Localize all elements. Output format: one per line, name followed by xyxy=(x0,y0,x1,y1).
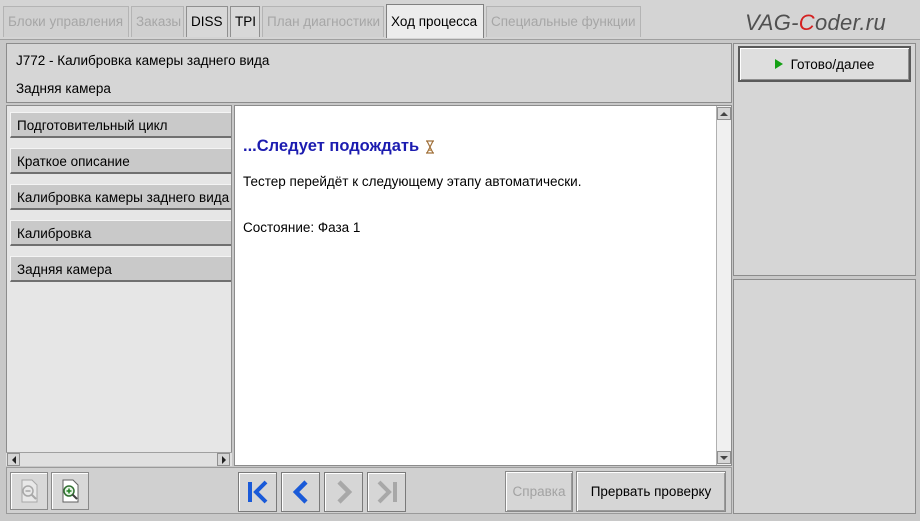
step-item[interactable]: Калибровка xyxy=(10,220,231,246)
status-text: Состояние: Фаза 1 xyxy=(243,220,361,235)
scroll-left-button[interactable] xyxy=(7,453,20,466)
play-icon xyxy=(774,59,783,69)
content-vscrollbar[interactable] xyxy=(716,106,731,465)
help-button[interactable]: Справка xyxy=(505,471,573,512)
content-panel xyxy=(234,105,732,466)
last-step-button[interactable] xyxy=(367,472,406,512)
abort-check-button[interactable]: Прервать проверку xyxy=(576,471,726,512)
next-step-icon xyxy=(336,480,352,504)
auto-advance-message: Тестер перейдёт к следующему этапу автом… xyxy=(243,174,582,189)
tab-tpi[interactable]: TPI xyxy=(230,6,260,37)
wait-heading-text: ...Следует подождать xyxy=(243,137,420,155)
scroll-down-button[interactable] xyxy=(717,451,731,464)
step-item[interactable]: Краткое описание xyxy=(10,148,231,174)
tab-special-functions[interactable]: Специальные функции xyxy=(486,6,641,37)
zoom-in-button[interactable] xyxy=(51,472,89,510)
first-step-button[interactable] xyxy=(238,472,277,512)
scroll-up-button[interactable] xyxy=(717,107,731,120)
step-list-hscrollbar[interactable] xyxy=(6,452,232,466)
first-step-icon xyxy=(247,480,267,504)
watermark-logo: VAG-Coder.ru xyxy=(745,10,886,35)
hourglass-icon xyxy=(426,139,435,154)
step-item[interactable]: Калибровка камеры заднего вида xyxy=(10,184,231,210)
arrow-up-icon xyxy=(720,111,728,116)
arrow-down-icon xyxy=(720,455,728,460)
wait-heading: ...Следует подождать xyxy=(243,137,435,156)
zoom-out-icon xyxy=(21,479,38,503)
tab-diagnostic-plan[interactable]: План диагностики xyxy=(262,6,384,37)
tab-orders[interactable]: Заказы xyxy=(131,6,184,37)
zoom-in-icon xyxy=(62,479,79,503)
right-panel-bottom xyxy=(733,279,916,514)
next-step-button[interactable] xyxy=(324,472,363,512)
done-next-button[interactable]: Готово/далее xyxy=(738,46,911,82)
step-list: Подготовительный цикл Краткое описание К… xyxy=(6,105,232,466)
procedure-subtitle: Задняя камера xyxy=(16,81,111,96)
procedure-title: J772 - Калибровка камеры заднего вида xyxy=(16,53,270,68)
last-step-icon xyxy=(377,480,397,504)
previous-step-icon xyxy=(292,480,308,504)
step-item[interactable]: Подготовительный цикл xyxy=(10,112,231,138)
step-item[interactable]: Задняя камера xyxy=(10,256,231,282)
tab-process-flow[interactable]: Ход процесса xyxy=(386,4,484,38)
done-next-label: Готово/далее xyxy=(790,56,875,72)
arrow-right-icon xyxy=(221,455,226,464)
arrow-left-icon xyxy=(11,455,16,464)
procedure-header: J772 - Калибровка камеры заднего вида За… xyxy=(6,43,732,103)
tab-diss[interactable]: DISS xyxy=(186,6,228,37)
scroll-right-button[interactable] xyxy=(217,453,230,466)
previous-step-button[interactable] xyxy=(281,472,320,512)
zoom-out-button[interactable] xyxy=(10,472,48,510)
tab-control-units[interactable]: Блоки управления xyxy=(3,6,129,37)
